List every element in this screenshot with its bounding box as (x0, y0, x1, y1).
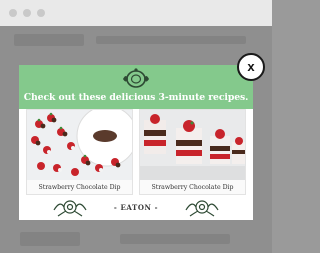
blurred-content (20, 232, 80, 246)
flower-decoration-icon (185, 200, 219, 217)
recipe-caption[interactable]: Strawberry Chocolate Dip (140, 180, 245, 195)
modal-header: Check out these delicious 3-minute recip… (19, 65, 253, 109)
blurred-content (96, 36, 246, 44)
window-close-dot-icon[interactable] (9, 9, 17, 17)
blurred-content (14, 34, 84, 46)
blurred-content (120, 234, 230, 244)
plate-logo-icon (123, 68, 149, 88)
modal-headline: Check out these delicious 3-minute recip… (23, 92, 249, 103)
window-minimize-dot-icon[interactable] (23, 9, 31, 17)
recipe-caption[interactable]: Strawberry Chocolate Dip (27, 180, 132, 195)
modal-footer: - EATON - (19, 194, 253, 220)
close-button[interactable]: x (237, 53, 265, 81)
recipe-popup-modal: Check out these delicious 3-minute recip… (19, 65, 253, 220)
close-icon: x (247, 59, 255, 74)
recipe-photo-parfait-cups (140, 110, 245, 180)
window-maximize-dot-icon[interactable] (37, 9, 45, 17)
recipe-photo-strawberries-plate (27, 110, 132, 180)
recipe-card[interactable]: Strawberry Chocolate Dip (139, 109, 246, 195)
browser-toolbar (0, 0, 272, 26)
recipe-card[interactable]: Strawberry Chocolate Dip (26, 109, 133, 195)
